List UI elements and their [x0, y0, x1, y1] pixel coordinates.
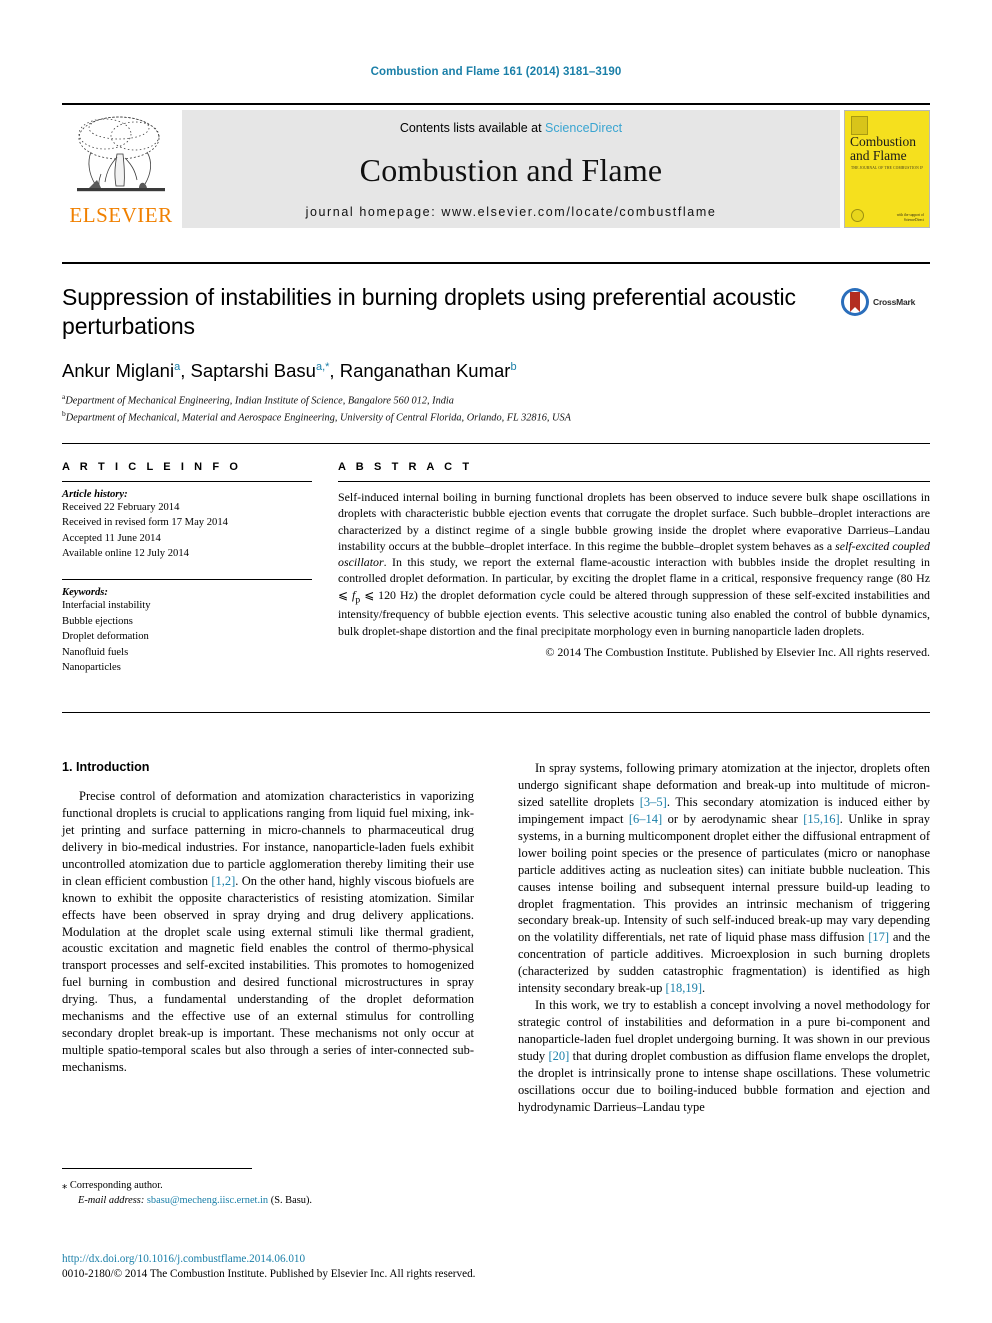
paragraph-text: . On the other hand, highly viscous biof…	[62, 873, 474, 1074]
paragraph-text: .	[701, 981, 706, 996]
cover-badge-line2: ScienceDirect	[903, 217, 924, 222]
list-item: Received in revised form 17 May 2014	[62, 517, 228, 529]
sciencedirect-link[interactable]: ScienceDirect	[545, 121, 622, 135]
author-sup-2[interactable]: a,*	[316, 361, 329, 373]
body-column-right: In spray systems, following primary atom…	[518, 760, 930, 1116]
paper-page: Combustion and Flame 161 (2014) 3181–319…	[0, 0, 992, 1323]
crossmark-badge[interactable]: CrossMark	[840, 287, 932, 317]
author-name-1: Ankur Miglani	[62, 359, 175, 381]
keywords-label: Keywords:	[62, 587, 108, 599]
abstract-text: Self-induced internal boiling in burning…	[338, 489, 930, 639]
list-item: Nanofluid fuels	[62, 646, 129, 658]
affiliation-b: bDepartment of Mechanical, Material and …	[62, 409, 822, 426]
section-heading-introduction: 1. Introduction	[62, 760, 150, 774]
cover-title-line2: and Flame	[850, 147, 907, 163]
list-item: Bubble ejections	[62, 615, 133, 627]
cover-badge: with the support of ScienceDirect	[880, 213, 924, 222]
article-info-column: A R T I C L E I N F O Article history: R…	[62, 461, 312, 675]
keywords-rule	[62, 579, 312, 581]
list-item: Droplet deformation	[62, 631, 149, 643]
list-item: Interfacial instability	[62, 600, 151, 612]
info-divider	[62, 443, 930, 444]
keywords-block: Keywords: Interfacial instability Bubble…	[62, 579, 312, 675]
journal-masthead: ELSEVIER Contents lists available at Sci…	[62, 103, 930, 228]
title-block: Suppression of instabilities in burning …	[62, 283, 822, 426]
journal-cover-thumbnail: Combustion and Flame THE JOURNAL OF THE …	[844, 110, 930, 228]
running-head: Combustion and Flame 161 (2014) 3181–319…	[370, 66, 622, 78]
abstract-rule	[338, 481, 930, 482]
cover-title: Combustion and Flame	[850, 135, 926, 163]
footnote-block: ⁎ Corresponding author. E-mail address: …	[62, 1178, 474, 1208]
email-note: E-mail address: sbasu@mecheng.iisc.ernet…	[62, 1193, 474, 1208]
corresponding-marker: ⁎	[62, 1180, 68, 1191]
paragraph: In spray systems, following primary atom…	[518, 760, 930, 997]
citation-ref[interactable]: [17]	[868, 930, 889, 944]
cover-title-line1: Combustion	[850, 134, 917, 149]
doi-link[interactable]: http://dx.doi.org/10.1016/j.combustflame…	[62, 1252, 762, 1267]
email-link[interactable]: sbasu@mecheng.iisc.ernet.in	[147, 1195, 268, 1206]
citation-ref[interactable]: [3–5]	[640, 795, 667, 809]
list-item: Received 22 February 2014	[62, 502, 180, 513]
corresponding-author-note: ⁎ Corresponding author.	[62, 1178, 474, 1193]
elsevier-logo: ELSEVIER	[62, 110, 180, 228]
paragraph: In this work, we try to establish a conc…	[518, 997, 930, 1116]
citation-ref[interactable]: [18,19]	[666, 981, 702, 995]
elsevier-wordmark: ELSEVIER	[69, 203, 173, 227]
elsevier-tree-icon	[77, 116, 165, 192]
affiliation-list: aDepartment of Mechanical Engineering, I…	[62, 392, 822, 426]
crossmark-icon	[841, 288, 869, 316]
author-sup-3[interactable]: b	[510, 361, 516, 373]
journal-band: Contents lists available at ScienceDirec…	[182, 110, 840, 228]
paragraph: Precise control of deformation and atomi…	[62, 788, 474, 1076]
contents-line: Contents lists available at ScienceDirec…	[400, 121, 622, 135]
author-name-3: Ranganathan Kumar	[339, 359, 511, 381]
affiliation-text-a: Department of Mechanical Engineering, In…	[65, 395, 454, 407]
author-sup-1[interactable]: a	[174, 361, 180, 373]
citation-ref[interactable]: [1,2]	[211, 874, 235, 888]
list-item: Available online 12 July 2014	[62, 548, 189, 560]
affiliation-a: aDepartment of Mechanical Engineering, I…	[62, 392, 822, 409]
list-item: Accepted 11 June 2014	[62, 532, 161, 544]
title-divider	[62, 262, 930, 264]
journal-homepage[interactable]: journal homepage: www.elsevier.com/locat…	[306, 205, 717, 219]
keywords-list: Interfacial instability Bubble ejections…	[62, 598, 312, 675]
abstract-column: A B S T R A C T Self-induced internal bo…	[338, 461, 930, 672]
corresponding-text: Corresponding author.	[69, 1180, 163, 1191]
article-history-list: Received 22 February 2014 Received in re…	[62, 500, 312, 561]
article-info-heading: A R T I C L E I N F O	[62, 461, 242, 473]
paragraph-text: . Unlike in spray systems, in a burning …	[518, 811, 930, 945]
list-item: Nanoparticles	[62, 661, 121, 673]
cover-seal-icon	[851, 209, 864, 222]
abstract-heading: A B S T R A C T	[338, 461, 473, 473]
email-label: E-mail address:	[78, 1195, 145, 1207]
email-attribution: (S. Basu).	[270, 1195, 313, 1207]
crossmark-label: CrossMark	[873, 297, 916, 307]
affiliation-text-b: Department of Mechanical, Material and A…	[65, 412, 571, 424]
footnote-divider	[62, 1168, 252, 1169]
body-divider	[62, 712, 930, 713]
footer-block: http://dx.doi.org/10.1016/j.combustflame…	[62, 1252, 762, 1282]
cover-crest-icon	[851, 116, 868, 135]
cover-subtitle: THE JOURNAL OF THE COMBUSTION INSTITUTE	[851, 166, 923, 170]
citation-ref[interactable]: [6–14]	[629, 812, 662, 826]
abstract-copyright: © 2014 The Combustion Institute. Publish…	[545, 644, 930, 659]
author-name-2: Saptarshi Basu	[190, 359, 316, 381]
page-title: Suppression of instabilities in burning …	[62, 284, 796, 340]
paragraph-text: or by aerodynamic shear	[662, 811, 804, 826]
contents-prefix: Contents lists available at	[399, 121, 546, 135]
citation-ref[interactable]: [20]	[548, 1049, 569, 1063]
article-info-rule	[62, 481, 312, 482]
abstract-part-3: ⩽ 120 Hz) the droplet deformation cycle …	[338, 587, 930, 638]
body-column-left: 1. Introduction Precise control of defor…	[62, 760, 474, 1076]
article-history-label: Article history:	[62, 489, 128, 500]
paragraph-text: that during droplet combustion as diffus…	[518, 1048, 930, 1114]
issn-copyright-line: 0010-2180/© 2014 The Combustion Institut…	[62, 1267, 476, 1280]
author-list: Ankur Miglania, Saptarshi Basua,*, Ranga…	[62, 359, 517, 381]
citation-ref[interactable]: [15,16]	[803, 812, 839, 826]
journal-title: Combustion and Flame	[359, 151, 663, 188]
